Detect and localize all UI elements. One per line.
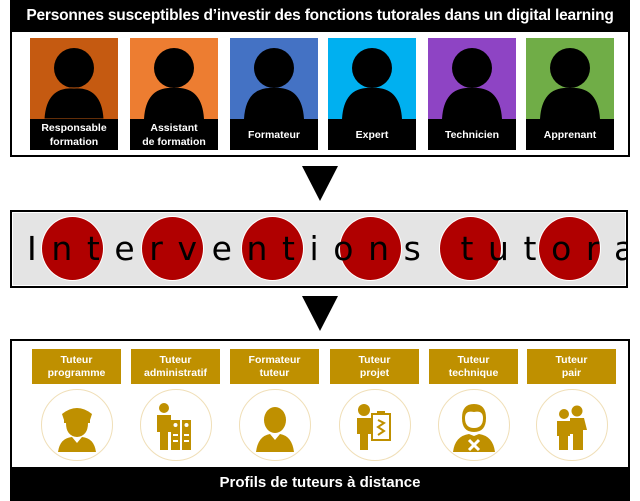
person-card-face [230, 38, 318, 119]
person-card-face [30, 38, 118, 119]
persons-panel-title: Personnes susceptibles d’investir des fo… [12, 0, 628, 32]
profile-label-tuteur-technique: Tuteur technique [429, 349, 518, 384]
filing-cabinet-person-icon [157, 403, 191, 450]
person-card-label: Assistant de formation [130, 119, 218, 150]
down-arrow-icon [302, 296, 338, 331]
person-silhouette-icon [43, 48, 105, 119]
person-card-label: Expert [328, 119, 416, 150]
person-card-face [428, 38, 516, 119]
person-card-label: Responsable formation [30, 119, 118, 150]
profile-circle [140, 389, 212, 461]
person-bust-icon [256, 407, 294, 452]
person-card-face [130, 38, 218, 119]
profile-label-formateur-tuteur: Formateur tuteur [230, 349, 319, 384]
profile-label-tuteur-pair: Tuteur pair [527, 349, 616, 384]
officer-icon [58, 408, 96, 452]
person-card-label: Technicien [428, 119, 516, 150]
person-card-label: Apprenant [526, 119, 614, 150]
profile-circle [339, 389, 411, 461]
profiles-panel: Tuteur programme Tuteur administratif Fo… [10, 339, 630, 501]
profile-label-tuteur-administratif: Tuteur administratif [131, 349, 220, 384]
person-card-technicien: Technicien [428, 38, 516, 150]
technician-tools-icon [453, 404, 495, 452]
profile-circle [41, 389, 113, 461]
person-silhouette-icon [342, 48, 402, 119]
profile-circle [438, 389, 510, 461]
person-card-formateur: Formateur [230, 38, 318, 150]
person-card-responsable-formation: Responsable formation [30, 38, 118, 150]
person-silhouette-icon [144, 48, 204, 119]
interventions-banner: Interventions tutorales [10, 210, 628, 288]
person-card-face [328, 38, 416, 119]
person-card-expert: Expert [328, 38, 416, 150]
profile-circle [536, 389, 608, 461]
interventions-title: Interventions tutorales [27, 229, 626, 268]
person-card-assistant-formation: Assistant de formation [130, 38, 218, 150]
person-card-label: Formateur [230, 119, 318, 150]
clipboard-person-icon [357, 404, 391, 450]
profile-label-tuteur-programme: Tuteur programme [32, 349, 121, 384]
down-arrow-icon [302, 166, 338, 201]
profiles-panel-footer: Profils de tuteurs à distance [12, 467, 628, 499]
person-card-face [526, 38, 614, 119]
profile-circle [239, 389, 311, 461]
person-card-apprenant: Apprenant [526, 38, 614, 150]
profile-label-tuteur-projet: Tuteur projet [330, 349, 419, 384]
person-silhouette-icon [442, 48, 502, 119]
person-silhouette-icon [244, 48, 304, 119]
persons-panel: Personnes susceptibles d’investir des fo… [10, 0, 630, 157]
two-people-icon [557, 405, 587, 450]
person-silhouette-icon [540, 48, 600, 119]
